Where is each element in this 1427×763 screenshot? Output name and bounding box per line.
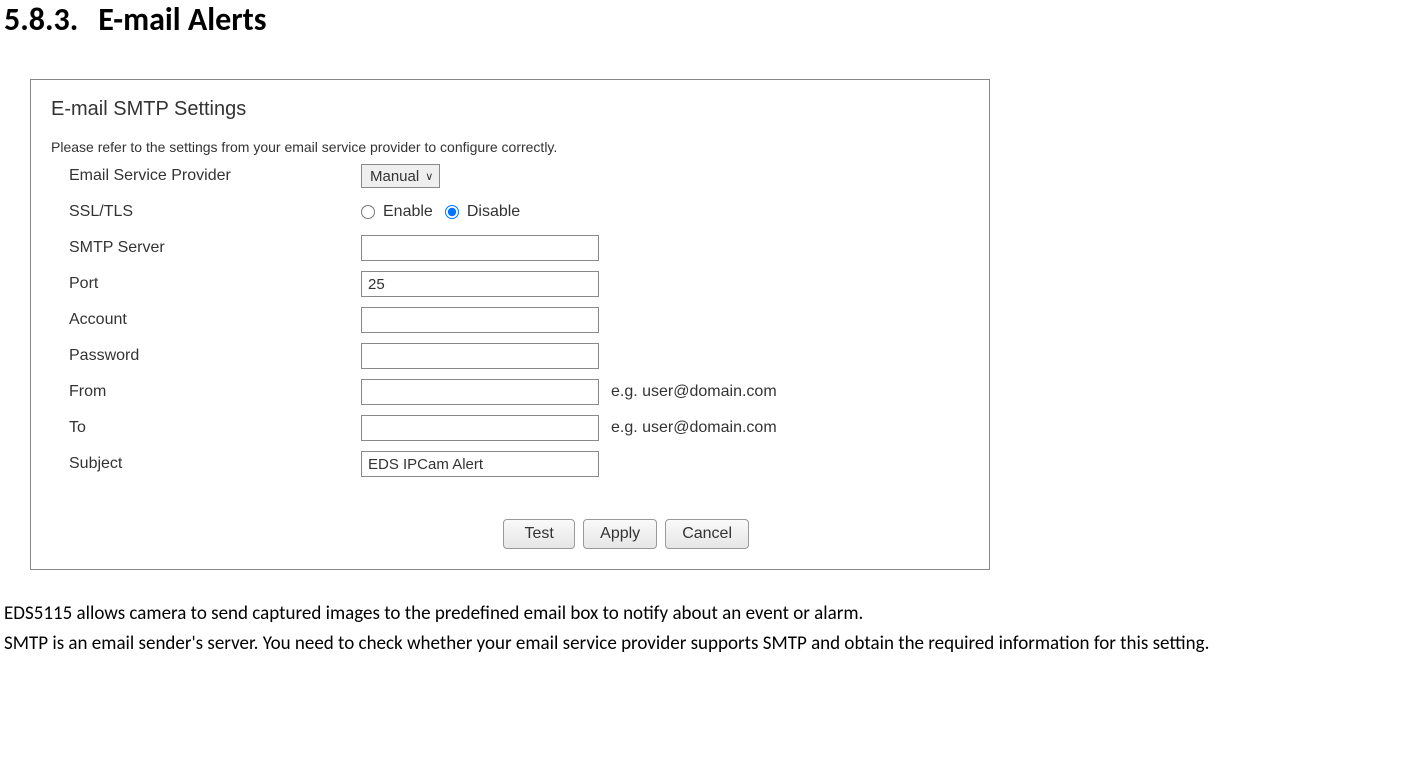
label-to: To: [51, 419, 361, 437]
input-account[interactable]: [361, 307, 599, 333]
cancel-button[interactable]: Cancel: [665, 519, 749, 549]
label-port: Port: [51, 275, 361, 293]
panel-note: Please refer to the settings from your e…: [51, 139, 969, 155]
smtp-settings-panel: E-mail SMTP Settings Please refer to the…: [30, 79, 990, 570]
label-subject: Subject: [51, 455, 361, 473]
radio-label-enable: Enable: [383, 203, 433, 221]
radio-ssl-disable[interactable]: [445, 205, 459, 219]
select-value: Manual: [370, 168, 419, 185]
apply-button[interactable]: Apply: [583, 519, 657, 549]
radio-ssl-enable[interactable]: [361, 205, 375, 219]
row-account: Account: [51, 305, 969, 335]
row-subject: Subject: [51, 449, 969, 479]
label-ssl-tls: SSL/TLS: [51, 203, 361, 221]
input-subject[interactable]: [361, 451, 599, 477]
panel-title: E-mail SMTP Settings: [51, 98, 969, 121]
section-number: 5.8.3.: [4, 0, 78, 39]
description-paragraph-1: EDS5115 allows camera to send captured i…: [4, 600, 1423, 628]
input-to[interactable]: [361, 415, 599, 441]
test-button[interactable]: Test: [503, 519, 575, 549]
input-password[interactable]: [361, 343, 599, 369]
input-from[interactable]: [361, 379, 599, 405]
row-port: Port: [51, 269, 969, 299]
row-password: Password: [51, 341, 969, 371]
row-to: To e.g. user@domain.com: [51, 413, 969, 443]
label-password: Password: [51, 347, 361, 365]
hint-to: e.g. user@domain.com: [611, 419, 777, 437]
label-account: Account: [51, 311, 361, 329]
row-ssl-tls: SSL/TLS Enable Disable: [51, 197, 969, 227]
radio-label-disable: Disable: [467, 203, 520, 221]
hint-from: e.g. user@domain.com: [611, 383, 777, 401]
row-from: From e.g. user@domain.com: [51, 377, 969, 407]
label-smtp-server: SMTP Server: [51, 239, 361, 257]
description-paragraph-2: SMTP is an email sender's server. You ne…: [4, 630, 1423, 658]
label-from: From: [51, 383, 361, 401]
label-email-provider: Email Service Provider: [51, 167, 361, 185]
section-title: E-mail Alerts: [98, 0, 266, 39]
section-heading: 5.8.3. E-mail Alerts: [0, 0, 1427, 39]
chevron-down-icon: ∨: [425, 170, 433, 183]
description-block: EDS5115 allows camera to send captured i…: [0, 600, 1427, 657]
button-row: Test Apply Cancel: [51, 519, 969, 549]
input-port[interactable]: [361, 271, 599, 297]
row-email-provider: Email Service Provider Manual ∨: [51, 161, 969, 191]
row-smtp-server: SMTP Server: [51, 233, 969, 263]
select-email-provider[interactable]: Manual ∨: [361, 164, 440, 188]
input-smtp-server[interactable]: [361, 235, 599, 261]
